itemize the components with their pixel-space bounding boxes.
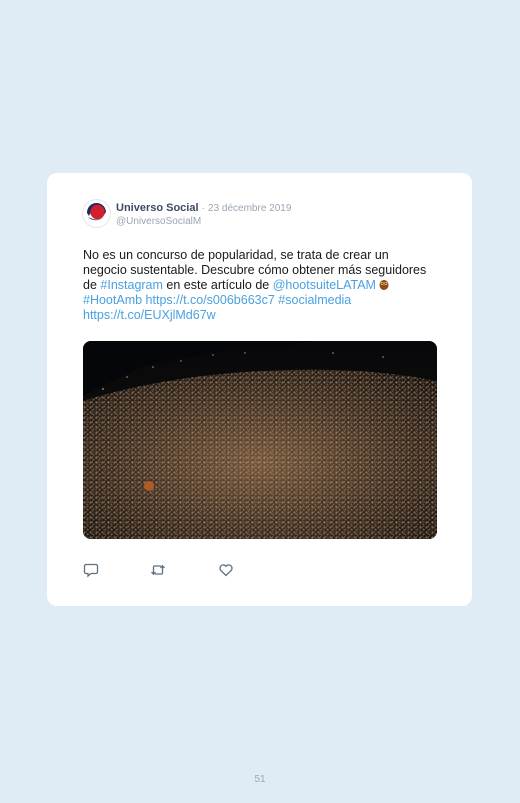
author-name[interactable]: Universo Social [116,202,199,214]
tweet-date[interactable]: 23 décembre 2019 [208,203,291,214]
concert-crowd-photo [83,341,437,539]
owl-emoji-icon [379,279,389,290]
url-link-2[interactable]: https://t.co/EUXjlMd67w [83,308,216,322]
tweet-text-part: en este artículo de [162,278,273,292]
tweet-media-image[interactable] [83,341,437,539]
universo-social-logo-icon [83,200,110,227]
hashtag-socialmedia-link[interactable]: #socialmedia [278,293,351,307]
retweet-icon[interactable] [150,562,166,578]
heart-icon[interactable] [218,562,234,578]
page-number: 51 [254,774,266,785]
author-handle[interactable]: @UniversoSocialM [116,215,291,229]
url-link-1[interactable]: https://t.co/s006b663c7 [146,293,275,307]
mention-hootsuite-link[interactable]: @hootsuiteLATAM [273,278,376,292]
hashtag-hootamb-link[interactable]: #HootAmb [83,293,142,307]
tweet-header: Universo Social · 23 décembre 2019 @Univ… [116,202,291,229]
avatar[interactable] [83,200,110,227]
tweet-text: No es un concurso de popularidad, se tra… [83,248,433,323]
reply-icon[interactable] [83,562,99,578]
hashtag-instagram-link[interactable]: #Instagram [100,278,163,292]
header-separator: · [201,203,205,214]
tweet-card: Universo Social · 23 décembre 2019 @Univ… [47,173,472,606]
